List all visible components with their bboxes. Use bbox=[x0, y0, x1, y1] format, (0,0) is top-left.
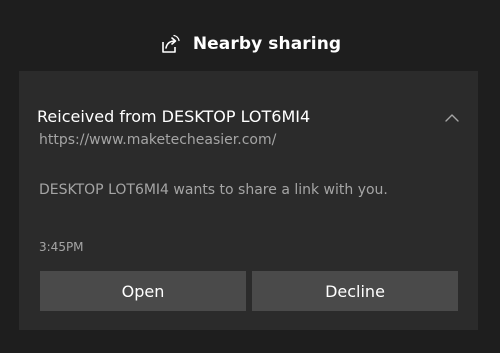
app-header: Nearby sharing bbox=[0, 26, 500, 62]
notification-title: Reiceived from DESKTOP LOT6MI4 bbox=[37, 107, 311, 126]
notification-time: 3:45PM bbox=[39, 240, 84, 254]
nearby-share-icon bbox=[159, 33, 181, 55]
notification-center: Nearby sharing Reiceived from DESKTOP LO… bbox=[0, 0, 500, 353]
app-name: Nearby sharing bbox=[192, 34, 342, 54]
nearby-sharing-toast[interactable]: Reiceived from DESKTOP LOT6MI4 https://w… bbox=[19, 71, 478, 330]
decline-button[interactable]: Decline bbox=[252, 271, 458, 311]
notification-message: DESKTOP LOT6MI4 wants to share a link wi… bbox=[39, 182, 388, 198]
chevron-up-icon[interactable] bbox=[443, 111, 461, 125]
shared-link-url: https://www.maketecheasier.com/ bbox=[39, 132, 277, 148]
open-button[interactable]: Open bbox=[40, 271, 246, 311]
